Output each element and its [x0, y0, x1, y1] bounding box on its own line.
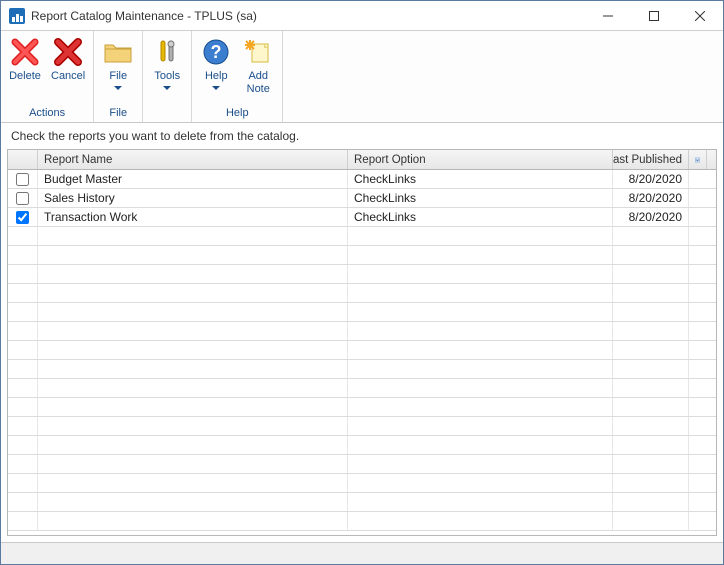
grid-header-name[interactable]: Report Name [38, 150, 348, 169]
table-row[interactable]: Budget MasterCheckLinks8/20/2020 [8, 170, 716, 189]
help-label: Help [205, 70, 228, 83]
table-row-empty [8, 284, 716, 303]
delete-button[interactable]: Delete [5, 33, 45, 83]
ribbon-group-file-label: File [98, 105, 138, 122]
tools-button[interactable]: Tools [147, 33, 187, 90]
add-note-button[interactable]: Add Note [238, 33, 278, 96]
tools-icon [151, 36, 183, 68]
table-row-empty [8, 436, 716, 455]
window-title: Report Catalog Maintenance - TPLUS (sa) [31, 9, 257, 23]
chevron-down-icon [114, 86, 122, 90]
add-note-icon [242, 36, 274, 68]
table-row[interactable]: Sales HistoryCheckLinks8/20/2020 [8, 189, 716, 208]
row-last-published: 8/20/2020 [613, 170, 689, 188]
table-row-empty [8, 246, 716, 265]
folder-icon [102, 36, 134, 68]
file-button[interactable]: File [98, 33, 138, 90]
status-bar [1, 542, 723, 564]
ribbon-group-help: ? Help Add Note [192, 31, 283, 122]
table-row-empty [8, 265, 716, 284]
row-option: CheckLinks [348, 208, 613, 226]
grid-header-checkbox[interactable] [8, 150, 38, 169]
ribbon-group-tools: Tools [143, 31, 192, 122]
row-option: CheckLinks [348, 170, 613, 188]
table-row-empty [8, 398, 716, 417]
table-row-empty [8, 417, 716, 436]
ribbon-group-actions: Delete Cancel Actions [1, 31, 94, 122]
grid-header-menu-button[interactable] [689, 150, 707, 169]
row-checkbox-cell[interactable] [8, 208, 38, 226]
row-name: Transaction Work [38, 208, 348, 226]
row-name: Budget Master [38, 170, 348, 188]
table-row-empty [8, 493, 716, 512]
row-option: CheckLinks [348, 189, 613, 207]
row-checkbox[interactable] [16, 192, 29, 205]
grid-header-option[interactable]: Report Option [348, 150, 613, 169]
app-icon [9, 8, 25, 24]
ribbon-group-file: File File [94, 31, 143, 122]
titlebar: Report Catalog Maintenance - TPLUS (sa) [1, 1, 723, 31]
minimize-button[interactable] [585, 1, 631, 31]
chevron-down-icon [212, 86, 220, 90]
row-checkbox-cell[interactable] [8, 189, 38, 207]
table-row-empty [8, 303, 716, 322]
instruction-text: Check the reports you want to delete fro… [1, 123, 723, 149]
table-row[interactable]: Transaction WorkCheckLinks8/20/2020 [8, 208, 716, 227]
row-name: Sales History [38, 189, 348, 207]
grid-body[interactable]: Budget MasterCheckLinks8/20/2020Sales Hi… [8, 170, 716, 535]
cancel-x-icon [52, 36, 84, 68]
cancel-button[interactable]: Cancel [47, 33, 89, 83]
tools-label: Tools [154, 70, 180, 83]
chevron-down-icon [163, 86, 171, 90]
help-button[interactable]: ? Help [196, 33, 236, 90]
row-last-published: 8/20/2020 [613, 208, 689, 226]
row-checkbox-cell[interactable] [8, 170, 38, 188]
table-row-empty [8, 455, 716, 474]
ribbon-group-actions-label: Actions [5, 105, 89, 122]
cancel-label: Cancel [51, 70, 85, 83]
add-note-label: Add Note [247, 70, 270, 96]
svg-text:?: ? [211, 42, 222, 62]
ribbon-toolbar: Delete Cancel Actions [1, 31, 723, 123]
ribbon-group-tools-label [147, 117, 187, 122]
delete-label: Delete [9, 70, 41, 83]
grid-header-last-published[interactable]: Last Published [613, 150, 689, 169]
row-last-published: 8/20/2020 [613, 189, 689, 207]
report-grid: Report Name Report Option Last Published… [7, 149, 717, 536]
table-row-empty [8, 341, 716, 360]
table-row-empty [8, 227, 716, 246]
row-checkbox[interactable] [16, 173, 29, 186]
table-row-empty [8, 322, 716, 341]
table-row-empty [8, 379, 716, 398]
grid-header-row: Report Name Report Option Last Published [8, 150, 716, 170]
help-icon: ? [200, 36, 232, 68]
table-row-empty [8, 512, 716, 531]
row-checkbox[interactable] [16, 211, 29, 224]
delete-x-icon [9, 36, 41, 68]
table-row-empty [8, 360, 716, 379]
ribbon-group-help-label: Help [196, 105, 278, 122]
table-row-empty [8, 474, 716, 493]
file-label: File [109, 70, 127, 83]
close-button[interactable] [677, 1, 723, 31]
maximize-button[interactable] [631, 1, 677, 31]
